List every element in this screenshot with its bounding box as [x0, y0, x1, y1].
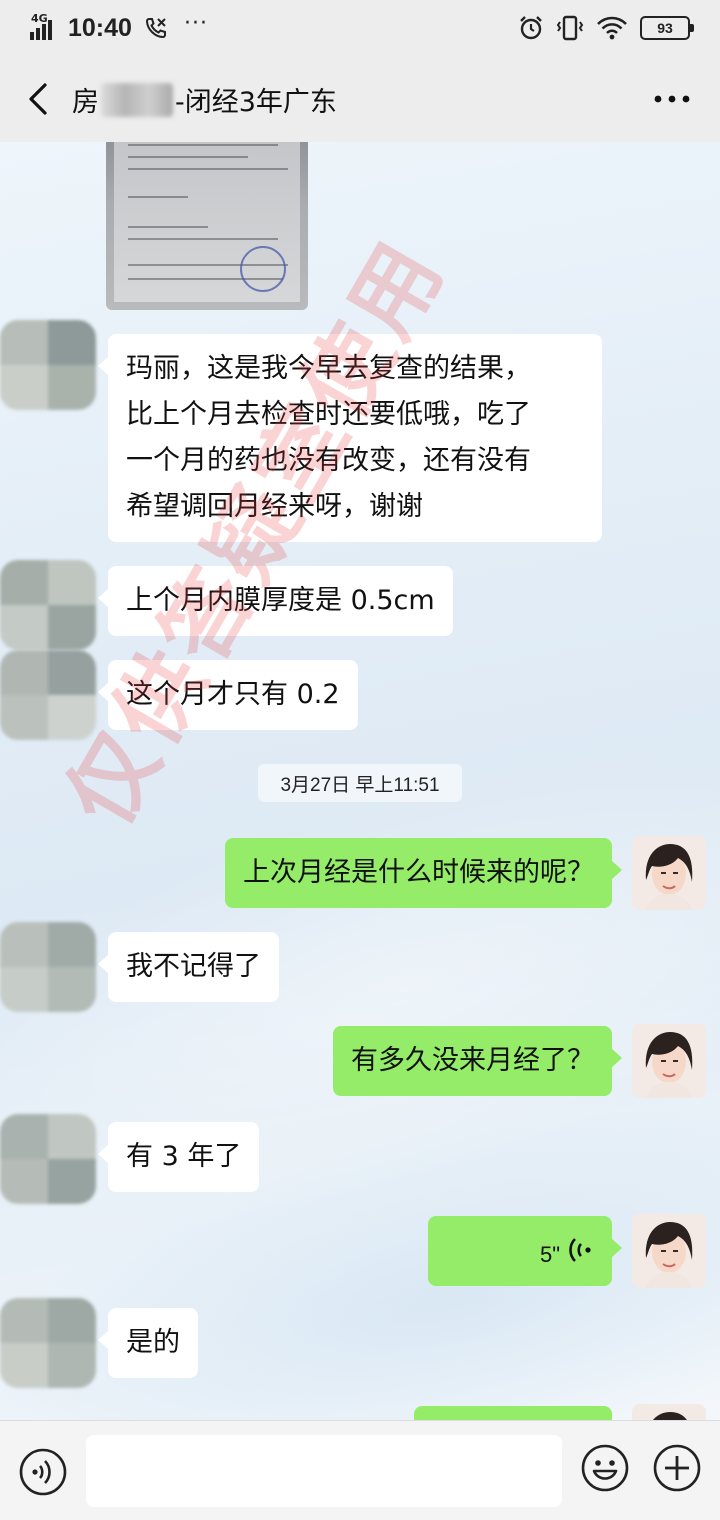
message-bubble-outgoing[interactable]: 有多久没来月经了？: [333, 1026, 622, 1096]
message-bubble-incoming[interactable]: 上个月内膜厚度是 0.5cm: [98, 566, 453, 636]
message-input[interactable]: [86, 1435, 562, 1507]
avatar[interactable]: [0, 560, 96, 650]
chat-title-prefix: 房: [72, 87, 99, 118]
chat-title: 房 -闭经3年广东: [72, 80, 337, 119]
self-avatar-photo: [632, 836, 706, 910]
document-photo: [114, 142, 300, 302]
status-right: 93: [518, 14, 694, 42]
chat-header: 房 -闭经3年广东: [0, 56, 720, 142]
message-bubble-outgoing[interactable]: 上次月经是什么时候来的呢？: [225, 838, 622, 908]
more-notifications-icon: ···: [183, 11, 208, 36]
message-bubble-incoming[interactable]: 这个月才只有 0.2: [98, 660, 358, 730]
avatar-self[interactable]: [632, 1214, 706, 1288]
avatar-self[interactable]: [632, 836, 706, 910]
chat-message-list[interactable]: 玛丽，这是我今早去复查的结果， 比上个月去检查时还要低哦，吃了 一个月的药也没有…: [0, 142, 720, 1420]
avatar[interactable]: [0, 1114, 96, 1204]
voice-wave-icon: [569, 1238, 591, 1262]
message-text: 上个月内膜厚度是 0.5cm: [126, 585, 435, 616]
redacted-name: [101, 82, 173, 117]
self-avatar-photo: [632, 1404, 706, 1420]
voice-toggle-icon[interactable]: [18, 1447, 68, 1497]
message-text-line: 一个月的药也没有改变，还有没有: [126, 445, 531, 476]
message-timestamp: 3月27日 早上11:51: [258, 764, 462, 802]
message-bubble-outgoing-partial[interactable]: [414, 1406, 612, 1420]
image-message[interactable]: [106, 142, 308, 310]
message-bubble-incoming[interactable]: 我不记得了: [98, 932, 279, 1002]
wifi-icon: [597, 16, 627, 40]
input-bar: [0, 1420, 720, 1520]
more-dots-icon: [654, 95, 690, 103]
message-bubble-incoming[interactable]: 有 3 年了: [97, 1122, 260, 1192]
voice-duration: 5": [539, 1242, 560, 1267]
message-text: 是的: [126, 1327, 180, 1358]
plus-icon[interactable]: [652, 1443, 702, 1493]
emoji-icon[interactable]: [580, 1443, 630, 1493]
status-left: 4G 10:40 ···: [30, 10, 208, 46]
avatar[interactable]: [0, 320, 96, 410]
avatar[interactable]: [0, 650, 96, 740]
more-button[interactable]: [652, 84, 692, 114]
vibrate-icon: [556, 15, 584, 41]
alarm-icon: [520, 16, 542, 40]
message-text: 这个月才只有 0.2: [126, 679, 340, 710]
message-text: 有多久没来月经了？: [351, 1045, 594, 1076]
message-text-line: 比上个月去检查时还要低哦，吃了: [126, 399, 531, 430]
battery-icon: 93: [640, 16, 694, 40]
back-button[interactable]: [18, 76, 58, 122]
call-icon: [145, 18, 166, 39]
status-time: 10:40: [68, 13, 132, 42]
chat-title-suffix: -闭经3年广东: [175, 87, 337, 118]
self-avatar-photo: [632, 1214, 706, 1288]
message-text-line: 玛丽，这是我今早去复查的结果，: [126, 353, 531, 384]
self-avatar-photo: [632, 1024, 706, 1098]
avatar-self[interactable]: [632, 1024, 706, 1098]
stamp-seal: [240, 246, 286, 292]
avatar[interactable]: [0, 1298, 96, 1388]
message-text: 我不记得了: [126, 951, 261, 982]
status-bar: 4G 10:40 ··· 93: [0, 0, 720, 56]
avatar-self[interactable]: [632, 1404, 706, 1420]
message-text-line: 希望调回月经来呀，谢谢: [126, 491, 423, 522]
avatar[interactable]: [0, 922, 96, 1012]
message-text: 有 3 年了: [126, 1141, 242, 1172]
message-bubble-incoming[interactable]: 玛丽，这是我今早去复查的结果， 比上个月去检查时还要低哦，吃了 一个月的药也没有…: [98, 334, 602, 542]
back-chevron-icon: [29, 83, 47, 115]
signal-icon: 4G: [30, 12, 60, 42]
battery-level: 93: [657, 20, 673, 36]
voice-message[interactable]: 5": [428, 1216, 622, 1286]
message-text: 上次月经是什么时候来的呢？: [243, 857, 594, 888]
message-bubble-incoming[interactable]: 是的: [98, 1308, 198, 1378]
